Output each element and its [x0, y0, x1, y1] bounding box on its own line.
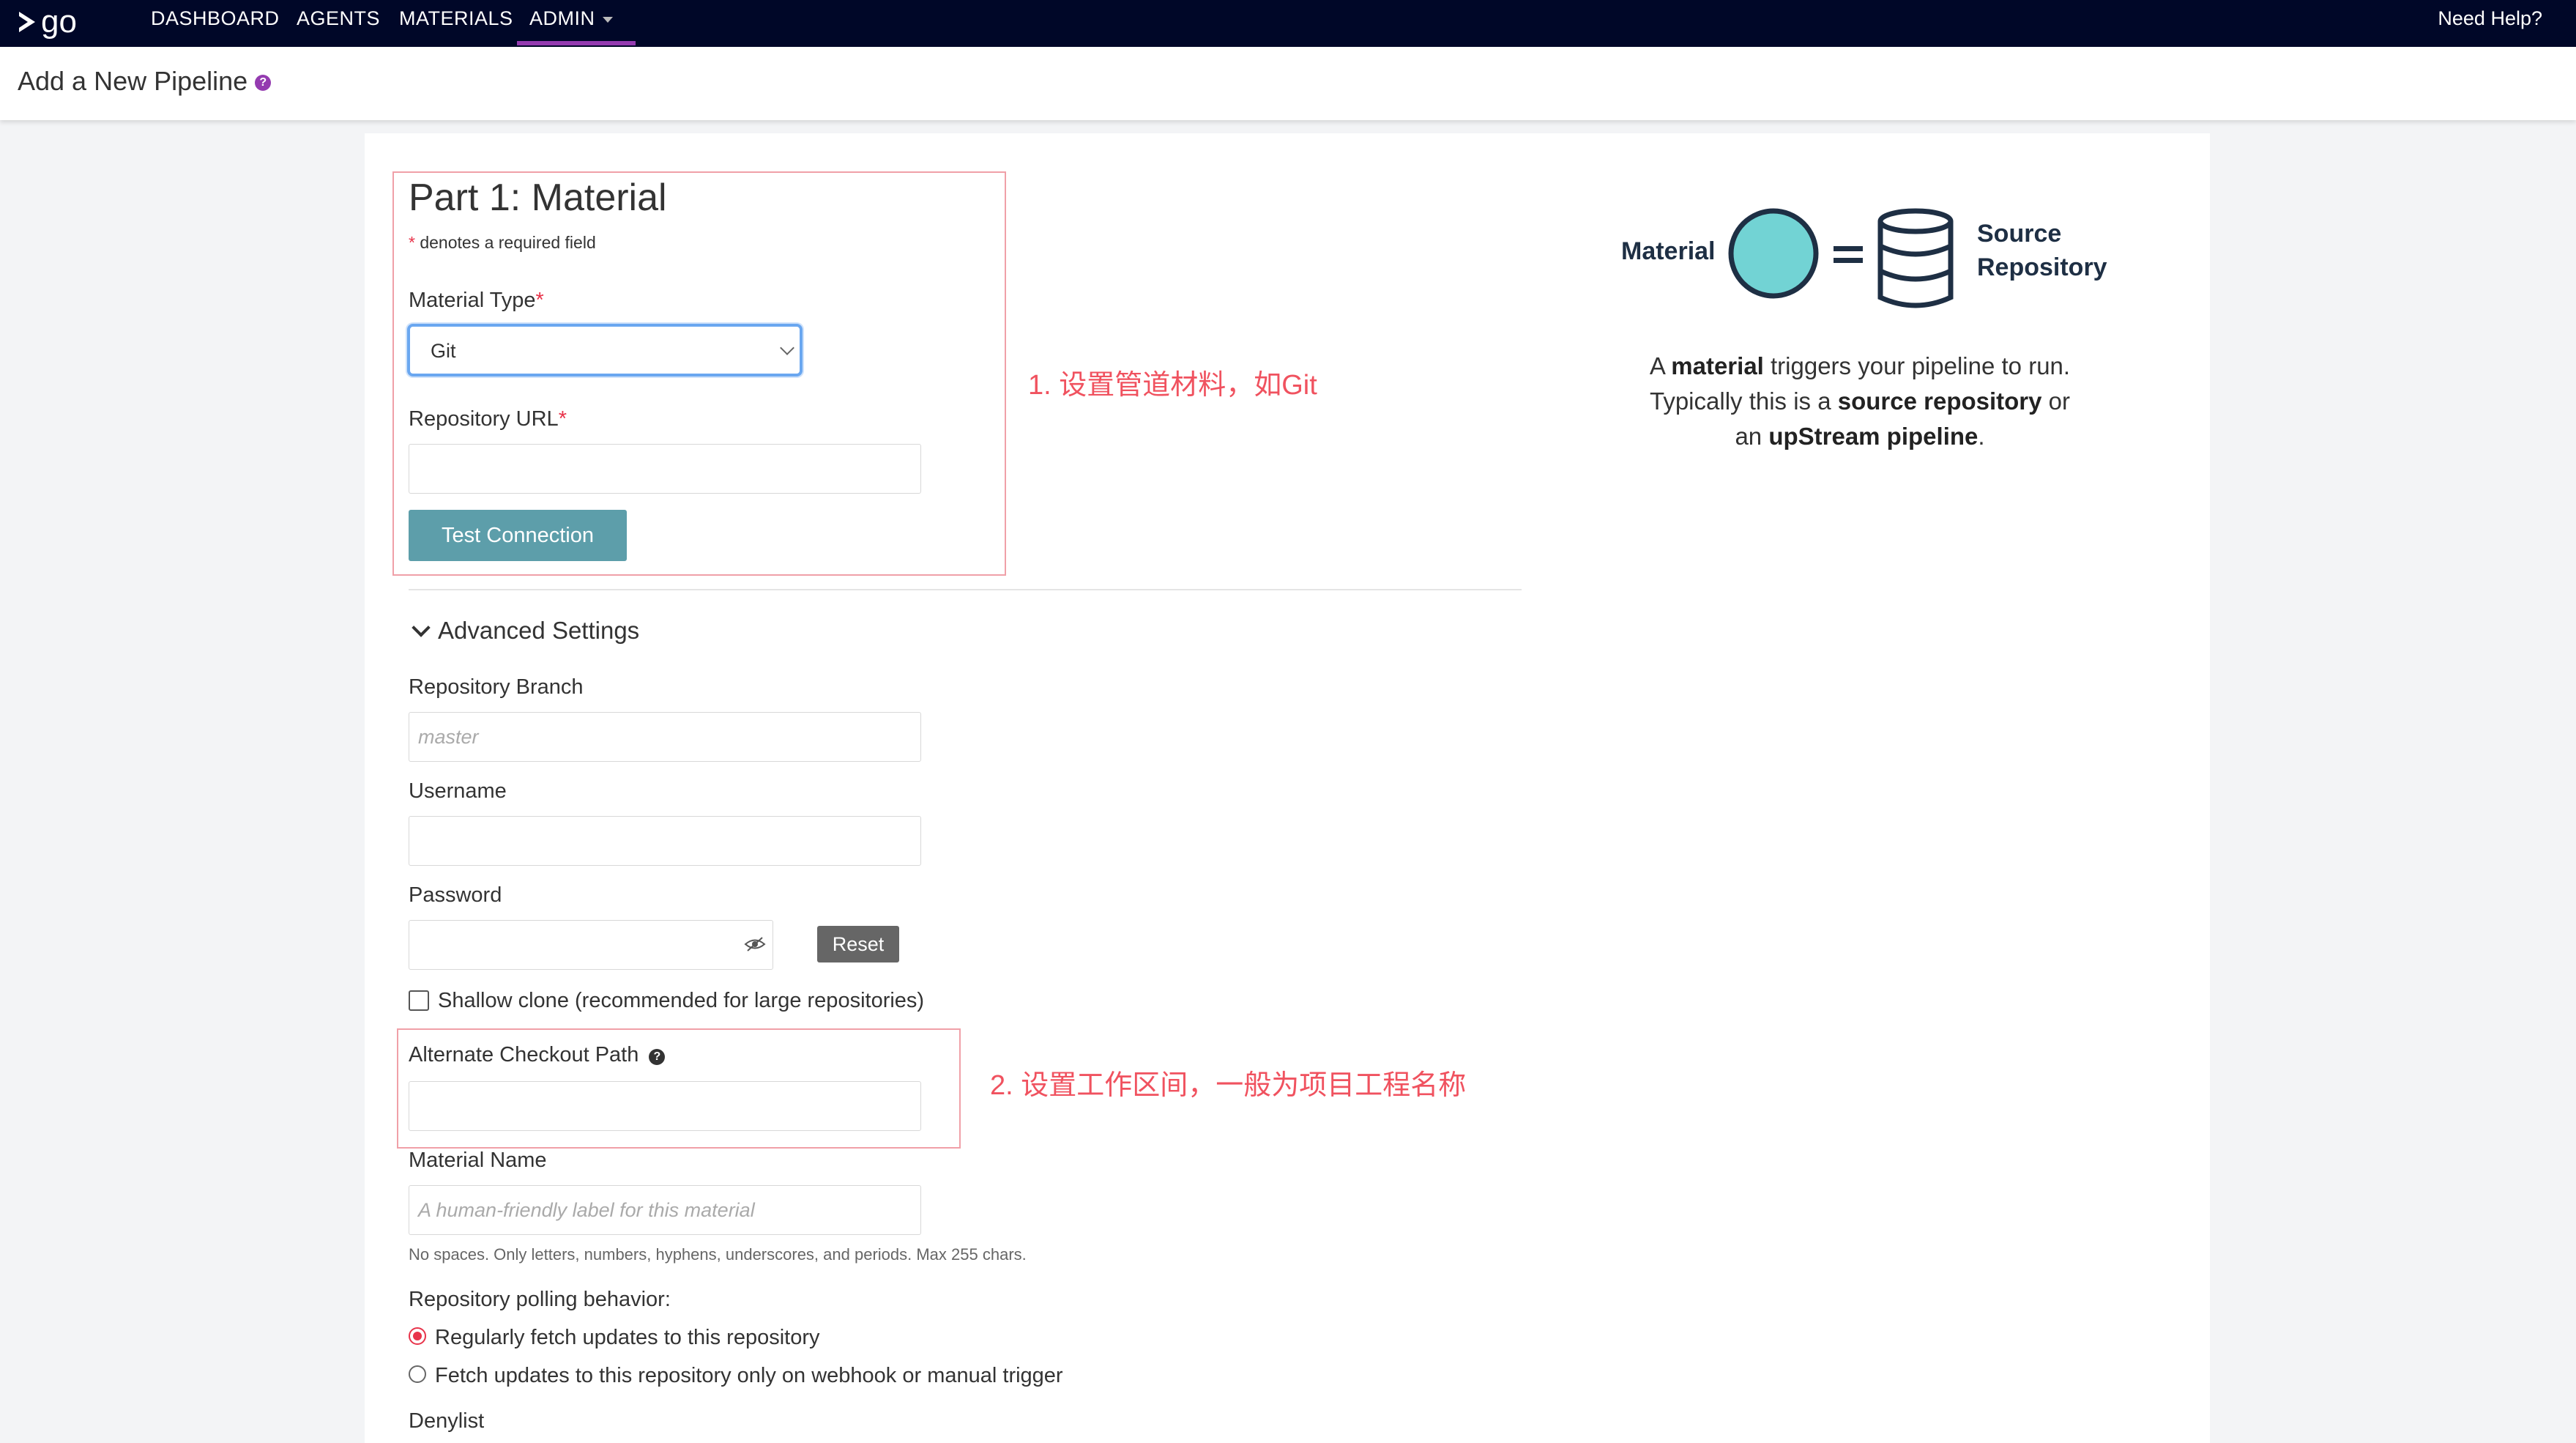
checkout-path-input[interactable] [409, 1081, 921, 1131]
desc-bold: source repository [1837, 387, 2042, 415]
material-name-placeholder: A human-friendly label for this material [418, 1199, 755, 1221]
advanced-settings-title: Advanced Settings [438, 617, 640, 644]
required-note-text: denotes a required field [420, 233, 596, 252]
desc-text: or [2041, 387, 2071, 415]
required-star: * [409, 233, 415, 252]
polling-regular-radio[interactable] [409, 1327, 426, 1345]
part-title: Part 1: Material [409, 177, 667, 219]
advanced-settings-toggle[interactable]: Advanced Settings [412, 617, 640, 645]
annotation-checkout: 2. 设置工作区间，一般为项目工程名称 [990, 1070, 1467, 1101]
diagram-repository-label: Repository [1977, 253, 2107, 281]
material-type-value: Git [431, 340, 456, 362]
polling-webhook-radio[interactable] [409, 1365, 426, 1383]
password-label: Password [409, 883, 502, 907]
required-note: * denotes a required field [409, 233, 596, 253]
required-star: * [535, 289, 544, 312]
repository-url-label: Repository URL* [409, 407, 567, 431]
material-name-hint: No spaces. Only letters, numbers, hyphen… [409, 1245, 1027, 1264]
material-type-label-text: Material Type [409, 289, 536, 312]
repository-url-label-text: Repository URL [409, 407, 559, 431]
checkout-path-label-text: Alternate Checkout Path [409, 1043, 639, 1067]
section-divider [409, 589, 1522, 590]
test-connection-button[interactable]: Test Connection [409, 510, 627, 561]
top-nav: go DASHBOARD AGENTS MATERIALS ADMIN Need… [0, 0, 2576, 47]
repository-branch-input[interactable]: master [409, 712, 921, 762]
diagram-material-label: Material [1621, 237, 1716, 265]
question-circle-icon[interactable]: ? [649, 1049, 666, 1065]
password-input[interactable] [409, 920, 773, 970]
nav-dashboard[interactable]: DASHBOARD [151, 0, 280, 47]
material-description: A material triggers your pipeline to run… [1582, 349, 2138, 454]
checkout-path-label: Alternate Checkout Path? [409, 1043, 666, 1067]
nav-admin-label: ADMIN [529, 7, 595, 29]
material-name-label: Material Name [409, 1149, 547, 1172]
page-title: Add a New Pipeline? [18, 66, 272, 97]
reset-button[interactable]: Reset [817, 926, 899, 962]
polling-label: Repository polling behavior: [409, 1288, 671, 1311]
desc-bold: material [1671, 352, 1764, 379]
username-input[interactable] [409, 816, 921, 866]
caret-down-icon [602, 16, 613, 23]
desc-text: . [1978, 423, 1985, 450]
denylist-label: Denylist [409, 1409, 485, 1433]
question-icon[interactable]: ? [255, 75, 272, 92]
chevron-down-icon [780, 341, 794, 355]
desc-text: triggers your pipeline to run. [1763, 352, 2071, 379]
page-header: Add a New Pipeline? [0, 47, 2576, 120]
nav-admin[interactable]: ADMIN [529, 0, 613, 47]
nav-materials[interactable]: MATERIALS [399, 0, 513, 47]
chevron-down-icon [412, 618, 431, 637]
active-tab-indicator [517, 41, 636, 45]
annotation-material: 1. 设置管道材料，如Git [1028, 370, 1317, 401]
nav-agents[interactable]: AGENTS [297, 0, 380, 47]
desc-text: A [1649, 352, 1672, 379]
polling-webhook-label: Fetch updates to this repository only on… [435, 1364, 1063, 1387]
logo-text: go [41, 4, 77, 40]
material-diagram: Material Source Repository [1611, 195, 2123, 319]
desc-bold: upStream pipeline [1768, 423, 1978, 450]
page-title-text: Add a New Pipeline [18, 66, 248, 96]
play-logo-icon [19, 12, 35, 32]
repository-branch-label: Repository Branch [409, 675, 584, 699]
desc-text: Typically this is a [1649, 387, 1838, 415]
material-name-input[interactable]: A human-friendly label for this material [409, 1185, 921, 1235]
diagram-source-label: Source [1977, 220, 2062, 248]
material-type-label: Material Type* [409, 289, 544, 313]
material-equals-repository-icon [1728, 208, 1954, 308]
shallow-clone-checkbox[interactable] [409, 990, 429, 1011]
polling-regular-label: Regularly fetch updates to this reposito… [435, 1326, 820, 1349]
shallow-clone-label: Shallow clone (recommended for large rep… [438, 989, 925, 1012]
go-logo[interactable]: go [16, 3, 77, 41]
material-type-select[interactable]: Git [407, 324, 803, 376]
required-star: * [558, 407, 567, 431]
eye-slash-icon[interactable] [744, 936, 766, 952]
repository-url-input[interactable] [409, 444, 921, 494]
username-label: Username [409, 779, 507, 803]
need-help-link[interactable]: Need Help? [2438, 0, 2542, 37]
repository-branch-placeholder: master [418, 726, 479, 748]
desc-text: an [1735, 423, 1769, 450]
